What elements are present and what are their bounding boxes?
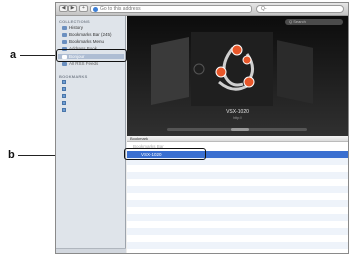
pioneer-logo-icon <box>193 44 255 91</box>
globe-icon <box>93 7 98 12</box>
cover-flow-scrollbar[interactable] <box>167 128 307 131</box>
callout-b-highlight <box>124 148 206 160</box>
sidebar-item-bookmarks-bar[interactable]: Bookmarks Bar (245) <box>62 32 112 37</box>
cover-flow-search[interactable]: Q Search <box>285 19 343 25</box>
column-header-bookmark[interactable]: Bookmark <box>127 136 348 142</box>
cover-subtitle: http:// <box>233 116 242 120</box>
list-item[interactable] <box>127 172 348 179</box>
list-item[interactable] <box>127 193 348 200</box>
bookmarks-menu-icon <box>62 39 67 44</box>
collections-header: COLLECTIONS <box>59 19 90 24</box>
list-item[interactable] <box>127 228 348 235</box>
sidebar-item-bookmarks-menu[interactable]: Bookmarks Menu <box>62 39 104 44</box>
bookmark-folder-icon[interactable] <box>62 101 66 105</box>
sidebar-resize-bar[interactable] <box>56 248 126 253</box>
list-item[interactable] <box>127 221 348 228</box>
list-item[interactable] <box>127 214 348 221</box>
cover-thumbnail-right[interactable] <box>277 40 313 104</box>
clock-icon <box>62 25 67 30</box>
list-item[interactable] <box>127 186 348 193</box>
cover-flow-scroll-thumb[interactable] <box>231 128 249 131</box>
list-item[interactable] <box>127 207 348 214</box>
bookmarks-header: BOOKMARKS <box>59 74 88 79</box>
list-item[interactable] <box>127 165 348 172</box>
cover-caption: VSX-1020 <box>226 109 249 115</box>
list-item[interactable] <box>127 242 348 249</box>
search-field[interactable]: Q- <box>256 5 344 13</box>
cover-thumbnail-left[interactable] <box>151 36 189 106</box>
list-item[interactable] <box>127 179 348 186</box>
forward-button[interactable]: ▶ <box>68 5 77 12</box>
list-item[interactable] <box>127 235 348 242</box>
cover-flow-view[interactable]: Q Search VSX-1020 http:// <box>127 16 348 136</box>
bookmark-folder-icon[interactable] <box>62 87 66 91</box>
bookmark-folder-icon[interactable] <box>62 108 66 112</box>
callout-a-highlight <box>56 49 127 62</box>
callout-b-label: b <box>8 149 15 161</box>
cover-thumbnail-main[interactable] <box>191 32 273 106</box>
rss-icon <box>62 61 67 66</box>
bookmarks-bar-icon <box>62 32 67 37</box>
toolbar: ◀ ▶ + Go to this address Q- <box>56 3 348 16</box>
address-placeholder: Go to this address <box>100 6 141 12</box>
back-button[interactable]: ◀ <box>59 5 68 12</box>
list-item[interactable] <box>127 200 348 207</box>
search-placeholder: Q- <box>261 6 267 12</box>
bookmark-folder-icon[interactable] <box>62 80 66 84</box>
bookmark-folder-icon[interactable] <box>62 94 66 98</box>
browser-window: ◀ ▶ + Go to this address Q- COLLECTIONS … <box>55 2 349 254</box>
callout-a-label: a <box>10 49 17 61</box>
callout-a-leader <box>20 55 55 56</box>
sidebar-item-history[interactable]: History <box>62 25 83 30</box>
add-bookmark-button[interactable]: + <box>79 5 88 12</box>
address-field[interactable]: Go to this address <box>90 5 252 13</box>
